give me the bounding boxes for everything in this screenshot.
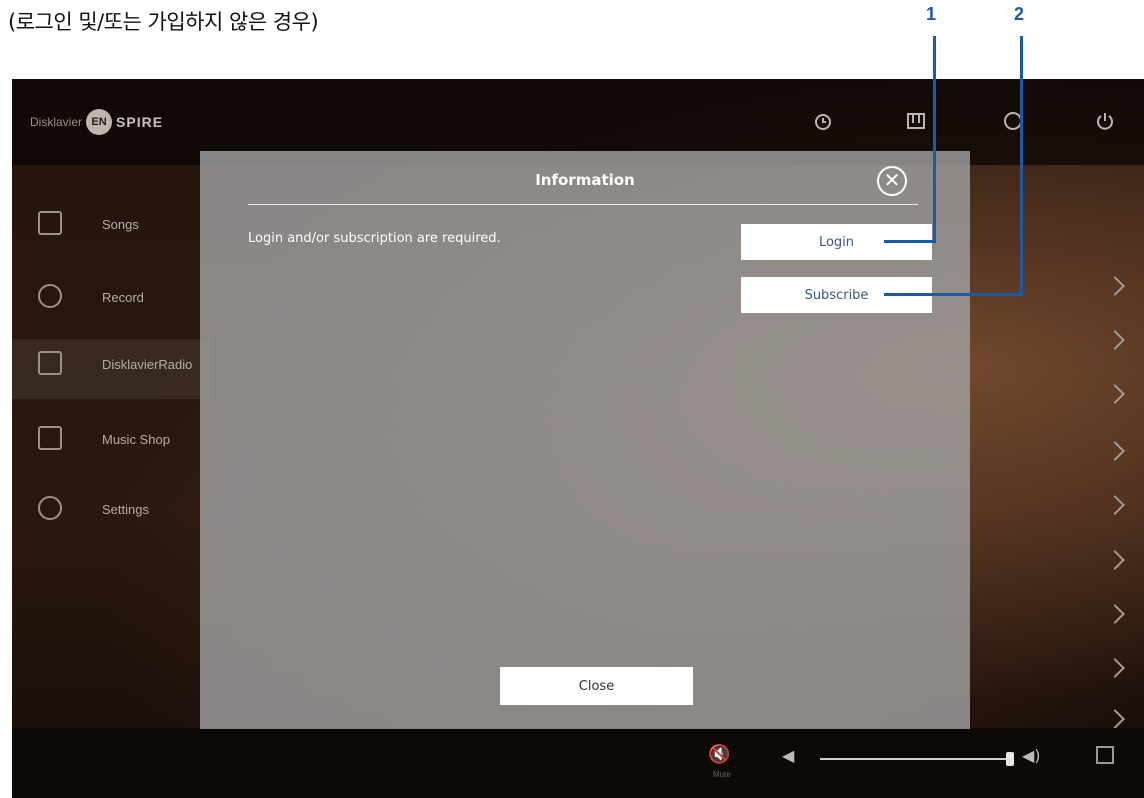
clock-icon[interactable] (812, 111, 834, 133)
close-icon[interactable]: ✕ (877, 166, 907, 196)
dialog-message: Login and/or subscription are required. (248, 231, 501, 246)
volume-low-icon: ◀ (782, 746, 795, 765)
bottom-bar: 🔇 Mute ◀ ◀) (12, 728, 1144, 798)
sidebar-item-label: Settings (102, 502, 149, 517)
sidebar-item-label: Record (102, 290, 144, 305)
divider (248, 204, 918, 205)
sidebar-item-settings[interactable]: Settings (12, 484, 212, 536)
volume-high-icon: ◀) (1022, 746, 1041, 765)
sidebar-item-songs[interactable]: Songs (12, 199, 212, 251)
mute-label: Mute (713, 770, 731, 779)
record-icon (38, 284, 62, 308)
callout-line-1-horizontal (884, 240, 936, 243)
volume-slider-handle[interactable] (1006, 752, 1014, 766)
gear-icon (38, 496, 62, 520)
sidebar-item-disklavier-radio[interactable]: DisklavierRadio (12, 339, 212, 399)
songs-icon (38, 211, 62, 235)
callout-line-2-vertical (1020, 36, 1023, 296)
logo-badge: EN (86, 109, 113, 135)
document-caption: (로그인 및/또는 가입하지 않은 경우) (8, 10, 319, 34)
mute-icon[interactable]: 🔇 (708, 744, 730, 765)
sidebar-item-record[interactable]: Record (12, 272, 212, 324)
keyboard-icon[interactable] (1096, 746, 1114, 764)
callout-number-2: 2 (1014, 4, 1025, 24)
logo-prefix: Disklavier (30, 115, 83, 129)
sidebar-item-label: DisklavierRadio (102, 357, 193, 372)
callout-line-1-vertical (933, 36, 936, 242)
information-dialog: Information ✕ Login and/or subscription … (200, 151, 970, 729)
logo-suffix: SPIRE (116, 114, 164, 130)
app-screen: Disklavier EN SPIRE Songs Record Disklav… (12, 79, 1144, 798)
callout-number-1: 1 (926, 4, 937, 24)
app-logo: Disklavier EN SPIRE (30, 109, 163, 135)
dialog-title: Information (535, 171, 635, 189)
volume-slider[interactable] (820, 758, 1010, 760)
sidebar-item-label: Songs (102, 217, 139, 232)
sidebar-item-label: Music Shop (102, 432, 170, 447)
sidebar-item-music-shop[interactable]: Music Shop (12, 414, 212, 466)
radio-icon (38, 351, 62, 375)
close-button[interactable]: Close (500, 667, 693, 705)
callout-line-2-horizontal (884, 293, 1023, 296)
power-icon[interactable] (1094, 111, 1116, 133)
piano-icon[interactable] (905, 111, 927, 133)
cart-icon (38, 426, 62, 450)
